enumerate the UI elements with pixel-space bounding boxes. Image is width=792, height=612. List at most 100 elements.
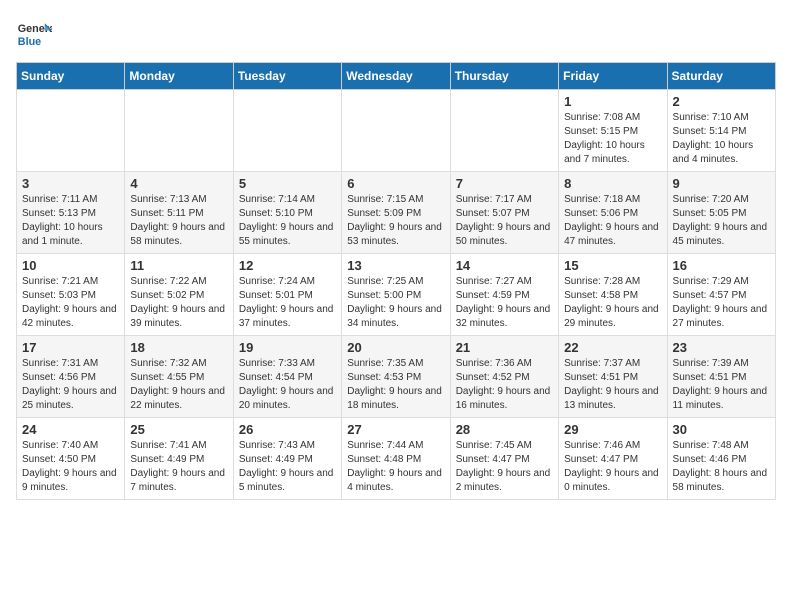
calendar-cell: 16 Sunrise: 7:29 AM Sunset: 4:57 PM Dayli…	[667, 254, 775, 336]
day-detail: Sunrise: 7:17 AM Sunset: 5:07 PM Dayligh…	[456, 193, 553, 249]
calendar-cell: 18 Sunrise: 7:32 AM Sunset: 4:55 PM Dayli…	[125, 336, 233, 418]
day-detail: Sunrise: 7:31 AM Sunset: 4:56 PM Dayligh…	[22, 357, 119, 413]
day-number: 18	[130, 340, 227, 355]
day-number: 11	[130, 258, 227, 273]
calendar-cell: 15 Sunrise: 7:28 AM Sunset: 4:58 PM Dayli…	[559, 254, 667, 336]
day-number: 9	[673, 176, 770, 191]
calendar-cell	[342, 90, 450, 172]
day-detail: Sunrise: 7:48 AM Sunset: 4:46 PM Dayligh…	[673, 439, 770, 495]
calendar-week-1: 1 Sunrise: 7:08 AM Sunset: 5:15 PM Daylig…	[17, 90, 776, 172]
day-detail: Sunrise: 7:10 AM Sunset: 5:14 PM Dayligh…	[673, 111, 770, 167]
day-detail: Sunrise: 7:25 AM Sunset: 5:00 PM Dayligh…	[347, 275, 444, 331]
calendar-cell: 12Sunrise: 7:24 AM Sunset: 5:01 PM Dayli…	[233, 254, 341, 336]
day-detail: Sunrise: 7:29 AM Sunset: 4:57 PM Dayligh…	[673, 275, 770, 331]
day-detail: Sunrise: 7:28 AM Sunset: 4:58 PM Dayligh…	[564, 275, 661, 331]
calendar-cell: 6 Sunrise: 7:15 AM Sunset: 5:09 PM Daylig…	[342, 172, 450, 254]
day-detail: Sunrise: 7:33 AM Sunset: 4:54 PM Dayligh…	[239, 357, 336, 413]
weekday-header-friday: Friday	[559, 63, 667, 90]
day-number: 23	[673, 340, 770, 355]
calendar-week-5: 24 Sunrise: 7:40 AM Sunset: 4:50 PM Dayli…	[17, 418, 776, 500]
day-number: 29	[564, 422, 661, 437]
day-detail: Sunrise: 7:11 AM Sunset: 5:13 PM Dayligh…	[22, 193, 119, 249]
day-number: 26	[239, 422, 336, 437]
day-number: 19	[239, 340, 336, 355]
weekday-header-monday: Monday	[125, 63, 233, 90]
calendar-cell: 20 Sunrise: 7:35 AM Sunset: 4:53 PM Dayli…	[342, 336, 450, 418]
calendar-cell	[450, 90, 558, 172]
day-number: 5	[239, 176, 336, 191]
day-detail: Sunrise: 7:43 AM Sunset: 4:49 PM Dayligh…	[239, 439, 336, 495]
weekday-header-sunday: Sunday	[17, 63, 125, 90]
day-detail: Sunrise: 7:14 AM Sunset: 5:10 PM Dayligh…	[239, 193, 336, 249]
calendar-cell: 30 Sunrise: 7:48 AM Sunset: 4:46 PM Dayli…	[667, 418, 775, 500]
day-number: 14	[456, 258, 553, 273]
weekday-header-wednesday: Wednesday	[342, 63, 450, 90]
day-detail: Sunrise: 7:08 AM Sunset: 5:15 PM Dayligh…	[564, 111, 661, 167]
day-number: 3	[22, 176, 119, 191]
day-number: 25	[130, 422, 227, 437]
calendar-cell: 8Sunrise: 7:18 AM Sunset: 5:06 PM Daylig…	[559, 172, 667, 254]
calendar-cell: 28 Sunrise: 7:45 AM Sunset: 4:47 PM Dayli…	[450, 418, 558, 500]
calendar-table: SundayMondayTuesdayWednesdayThursdayFrid…	[16, 62, 776, 500]
calendar-cell: 27 Sunrise: 7:44 AM Sunset: 4:48 PM Dayli…	[342, 418, 450, 500]
calendar-week-2: 3 Sunrise: 7:11 AM Sunset: 5:13 PM Daylig…	[17, 172, 776, 254]
day-detail: Sunrise: 7:22 AM Sunset: 5:02 PM Dayligh…	[130, 275, 227, 331]
day-detail: Sunrise: 7:15 AM Sunset: 5:09 PM Dayligh…	[347, 193, 444, 249]
day-number: 15	[564, 258, 661, 273]
calendar-cell: 29 Sunrise: 7:46 AM Sunset: 4:47 PM Dayli…	[559, 418, 667, 500]
day-number: 10	[22, 258, 119, 273]
logo-icon: General Blue	[16, 16, 52, 52]
calendar-week-4: 17 Sunrise: 7:31 AM Sunset: 4:56 PM Dayli…	[17, 336, 776, 418]
calendar-week-3: 10Sunrise: 7:21 AM Sunset: 5:03 PM Dayli…	[17, 254, 776, 336]
day-number: 12	[239, 258, 336, 273]
day-detail: Sunrise: 7:41 AM Sunset: 4:49 PM Dayligh…	[130, 439, 227, 495]
calendar-cell: 21Sunrise: 7:36 AM Sunset: 4:52 PM Dayli…	[450, 336, 558, 418]
calendar-cell: 4 Sunrise: 7:13 AM Sunset: 5:11 PM Daylig…	[125, 172, 233, 254]
calendar-header-row: SundayMondayTuesdayWednesdayThursdayFrid…	[17, 63, 776, 90]
calendar-cell: 7 Sunrise: 7:17 AM Sunset: 5:07 PM Daylig…	[450, 172, 558, 254]
day-detail: Sunrise: 7:45 AM Sunset: 4:47 PM Dayligh…	[456, 439, 553, 495]
calendar-cell: 24 Sunrise: 7:40 AM Sunset: 4:50 PM Dayli…	[17, 418, 125, 500]
calendar-cell: 26 Sunrise: 7:43 AM Sunset: 4:49 PM Dayli…	[233, 418, 341, 500]
calendar-cell: 10Sunrise: 7:21 AM Sunset: 5:03 PM Dayli…	[17, 254, 125, 336]
day-number: 16	[673, 258, 770, 273]
day-number: 22	[564, 340, 661, 355]
day-number: 27	[347, 422, 444, 437]
day-number: 4	[130, 176, 227, 191]
calendar-cell	[125, 90, 233, 172]
calendar-cell: 22 Sunrise: 7:37 AM Sunset: 4:51 PM Dayli…	[559, 336, 667, 418]
weekday-header-thursday: Thursday	[450, 63, 558, 90]
day-number: 8	[564, 176, 661, 191]
calendar-cell: 17 Sunrise: 7:31 AM Sunset: 4:56 PM Dayli…	[17, 336, 125, 418]
calendar-cell: 9Sunrise: 7:20 AM Sunset: 5:05 PM Daylig…	[667, 172, 775, 254]
calendar-cell: 5 Sunrise: 7:14 AM Sunset: 5:10 PM Daylig…	[233, 172, 341, 254]
weekday-header-tuesday: Tuesday	[233, 63, 341, 90]
day-number: 17	[22, 340, 119, 355]
day-detail: Sunrise: 7:40 AM Sunset: 4:50 PM Dayligh…	[22, 439, 119, 495]
calendar-cell	[17, 90, 125, 172]
day-detail: Sunrise: 7:13 AM Sunset: 5:11 PM Dayligh…	[130, 193, 227, 249]
day-number: 7	[456, 176, 553, 191]
day-detail: Sunrise: 7:32 AM Sunset: 4:55 PM Dayligh…	[130, 357, 227, 413]
day-detail: Sunrise: 7:44 AM Sunset: 4:48 PM Dayligh…	[347, 439, 444, 495]
day-number: 28	[456, 422, 553, 437]
day-number: 1	[564, 94, 661, 109]
day-number: 20	[347, 340, 444, 355]
calendar-cell: 23 Sunrise: 7:39 AM Sunset: 4:51 PM Dayli…	[667, 336, 775, 418]
day-detail: Sunrise: 7:35 AM Sunset: 4:53 PM Dayligh…	[347, 357, 444, 413]
calendar-cell: 3 Sunrise: 7:11 AM Sunset: 5:13 PM Daylig…	[17, 172, 125, 254]
day-detail: Sunrise: 7:39 AM Sunset: 4:51 PM Dayligh…	[673, 357, 770, 413]
day-number: 2	[673, 94, 770, 109]
day-number: 24	[22, 422, 119, 437]
page-header: General Blue	[16, 16, 776, 52]
day-number: 6	[347, 176, 444, 191]
calendar-body: 1 Sunrise: 7:08 AM Sunset: 5:15 PM Daylig…	[17, 90, 776, 500]
calendar-cell: 19 Sunrise: 7:33 AM Sunset: 4:54 PM Dayli…	[233, 336, 341, 418]
calendar-cell: 1 Sunrise: 7:08 AM Sunset: 5:15 PM Daylig…	[559, 90, 667, 172]
calendar-cell: 2 Sunrise: 7:10 AM Sunset: 5:14 PM Daylig…	[667, 90, 775, 172]
day-number: 30	[673, 422, 770, 437]
day-number: 13	[347, 258, 444, 273]
day-detail: Sunrise: 7:46 AM Sunset: 4:47 PM Dayligh…	[564, 439, 661, 495]
day-detail: Sunrise: 7:37 AM Sunset: 4:51 PM Dayligh…	[564, 357, 661, 413]
calendar-cell: 13 Sunrise: 7:25 AM Sunset: 5:00 PM Dayli…	[342, 254, 450, 336]
